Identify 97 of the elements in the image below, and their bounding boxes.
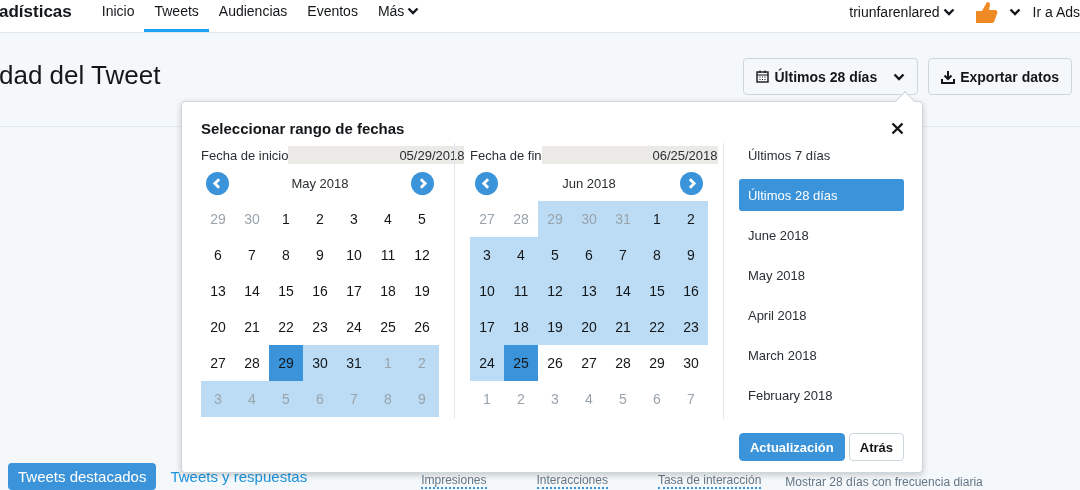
calendar-day[interactable]: 22 bbox=[269, 309, 303, 345]
chart-note: Mostrar 28 días con frecuencia diaria bbox=[785, 475, 983, 489]
nav-tab[interactable]: Audiencias bbox=[208, 0, 298, 32]
calendar-day[interactable]: 15 bbox=[269, 273, 303, 309]
calendar-day[interactable]: 13 bbox=[572, 273, 606, 309]
calendar-day[interactable]: 19 bbox=[405, 273, 439, 309]
close-button[interactable] bbox=[891, 122, 904, 135]
calendar-day[interactable]: 13 bbox=[201, 273, 235, 309]
calendar-day[interactable]: 30 bbox=[674, 345, 708, 381]
calendar-day[interactable]: 14 bbox=[606, 273, 640, 309]
calendar-day[interactable]: 22 bbox=[640, 309, 674, 345]
calendar-day[interactable]: 26 bbox=[538, 345, 572, 381]
download-icon bbox=[941, 69, 956, 84]
calendar-day[interactable]: 2 bbox=[303, 201, 337, 237]
calendar-day[interactable]: 24 bbox=[470, 345, 504, 381]
chevron-down-icon bbox=[1008, 8, 1021, 16]
date-range-button[interactable]: Últimos 28 días bbox=[743, 58, 919, 95]
calendar-day[interactable]: 8 bbox=[269, 237, 303, 273]
calendar-day[interactable]: 14 bbox=[235, 273, 269, 309]
nav-tab[interactable]: Eventos bbox=[297, 0, 368, 32]
calendar-day[interactable]: 2 bbox=[674, 201, 708, 237]
account-menu[interactable]: triunfarenlared bbox=[849, 0, 955, 32]
nav-tab[interactable]: Tweets bbox=[144, 0, 209, 32]
calendar-day[interactable]: 21 bbox=[235, 309, 269, 345]
date-field[interactable]: 05/29/2018 bbox=[288, 146, 465, 164]
preset-range-option[interactable]: April 2018 bbox=[738, 299, 904, 331]
calendar-day[interactable]: 5 bbox=[405, 201, 439, 237]
ads-link[interactable]: Ir a Ads bbox=[1032, 0, 1080, 32]
calendar-day[interactable]: 28 bbox=[235, 345, 269, 381]
calendar-day[interactable]: 16 bbox=[303, 273, 337, 309]
calendar-day[interactable]: 25 bbox=[371, 309, 405, 345]
next-month-button[interactable] bbox=[411, 171, 434, 195]
calendar-day[interactable]: 23 bbox=[674, 309, 708, 345]
nav-tab[interactable]: Más bbox=[367, 0, 430, 32]
nav-tab[interactable]: Inicio bbox=[91, 0, 145, 32]
calendar-day[interactable]: 21 bbox=[606, 309, 640, 345]
calendar-day[interactable]: 20 bbox=[572, 309, 606, 345]
calendar-day[interactable]: 20 bbox=[201, 309, 235, 345]
previous-month-button[interactable] bbox=[206, 171, 229, 195]
calendar-day[interactable]: 15 bbox=[640, 273, 674, 309]
calendar-day[interactable]: 6 bbox=[572, 237, 606, 273]
calendar-day[interactable]: 6 bbox=[201, 237, 235, 273]
calendar-day[interactable]: 17 bbox=[337, 273, 371, 309]
calendar-day[interactable]: 17 bbox=[470, 309, 504, 345]
preset-range-option[interactable]: February 2018 bbox=[738, 379, 904, 411]
calendar-day[interactable]: 28 bbox=[606, 345, 640, 381]
calendar-day[interactable]: 1 bbox=[269, 201, 303, 237]
calendar-day[interactable]: 25 bbox=[504, 345, 538, 381]
calendar-day[interactable]: 7 bbox=[235, 237, 269, 273]
month-label: May 2018 bbox=[291, 175, 349, 191]
month-label: Jun 2018 bbox=[562, 175, 616, 191]
app-title: adísticas bbox=[0, 1, 72, 23]
calendar-day[interactable]: 4 bbox=[504, 237, 538, 273]
calendar-day[interactable]: 11 bbox=[371, 237, 405, 273]
calendar-day[interactable]: 9 bbox=[303, 237, 337, 273]
calendar-day[interactable]: 29 bbox=[269, 345, 303, 381]
calendar-day[interactable]: 8 bbox=[640, 237, 674, 273]
calendar-day[interactable]: 12 bbox=[538, 273, 572, 309]
calendar-icon bbox=[756, 70, 770, 83]
calendar-day[interactable]: 12 bbox=[405, 237, 439, 273]
calendar-day[interactable]: 1 bbox=[640, 201, 674, 237]
calendar-day[interactable]: 30 bbox=[303, 345, 337, 381]
calendar-day[interactable]: 11 bbox=[504, 273, 538, 309]
export-button[interactable]: Exportar datos bbox=[928, 58, 1072, 95]
calendar-day[interactable]: 9 bbox=[674, 237, 708, 273]
preset-range-option[interactable]: May 2018 bbox=[738, 259, 904, 291]
calendar-day[interactable]: 5 bbox=[538, 237, 572, 273]
calendar-day[interactable]: 4 bbox=[371, 201, 405, 237]
preset-range-option[interactable]: June 2018 bbox=[738, 219, 904, 251]
calendar-day[interactable]: 23 bbox=[303, 309, 337, 345]
field-label: Fecha de fin bbox=[470, 147, 542, 163]
calendar-day[interactable]: 16 bbox=[674, 273, 708, 309]
field-label: Fecha de inicio bbox=[201, 147, 289, 163]
calendar-day[interactable]: 26 bbox=[405, 309, 439, 345]
chevron-down-icon bbox=[893, 72, 906, 81]
calendar-day[interactable]: 31 bbox=[337, 345, 371, 381]
calendar-day[interactable]: 18 bbox=[371, 273, 405, 309]
calendar-day[interactable]: 29 bbox=[640, 345, 674, 381]
calendar-day[interactable]: 3 bbox=[470, 237, 504, 273]
preset-range-option[interactable]: Últimos 7 días bbox=[738, 139, 904, 171]
date-field[interactable]: 06/25/2018 bbox=[541, 146, 718, 164]
back-button[interactable]: Atrás bbox=[848, 433, 904, 461]
calendar-day[interactable]: 18 bbox=[504, 309, 538, 345]
calendar-day[interactable]: 19 bbox=[538, 309, 572, 345]
calendar-day[interactable]: 3 bbox=[337, 201, 371, 237]
page-title: dad del Tweet bbox=[0, 60, 162, 91]
calendar-day[interactable]: 24 bbox=[337, 309, 371, 345]
calendar-day[interactable]: 10 bbox=[337, 237, 371, 273]
chevron-down-icon bbox=[942, 8, 955, 16]
popup-title: Seleccionar rango de fechas bbox=[201, 120, 405, 137]
next-month-button[interactable] bbox=[680, 171, 703, 195]
calendar-day[interactable]: 7 bbox=[606, 237, 640, 273]
previous-month-button[interactable] bbox=[475, 171, 498, 195]
calendar-day[interactable]: 27 bbox=[201, 345, 235, 381]
calendar-day[interactable]: 27 bbox=[572, 345, 606, 381]
preset-range-option[interactable]: March 2018 bbox=[738, 339, 904, 371]
calendar-day[interactable]: 10 bbox=[470, 273, 504, 309]
